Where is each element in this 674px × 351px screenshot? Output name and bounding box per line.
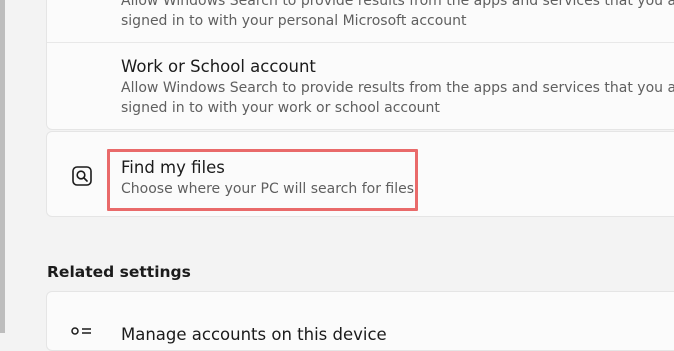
work-account-desc-line1: Allow Windows Search to provide results … [121, 80, 674, 96]
microsoft-account-item[interactable]: Allow Windows Search to provide results … [121, 0, 674, 31]
work-account-title: Work or School account [121, 57, 316, 76]
divider [47, 42, 674, 43]
work-account-item[interactable]: Work or School account Allow Windows Sea… [121, 56, 674, 118]
manage-accounts-label: Manage accounts on this device [121, 325, 387, 344]
accounts-icon [71, 327, 91, 335]
account-search-card: Allow Windows Search to provide results … [46, 0, 674, 130]
manage-accounts-card[interactable]: Manage accounts on this device [46, 291, 674, 351]
work-account-desc-line2: signed in to with your work or school ac… [121, 100, 440, 116]
microsoft-account-desc-line1: Allow Windows Search to provide results … [121, 0, 674, 9]
highlight-box [107, 149, 418, 211]
window-left-edge [0, 0, 5, 333]
related-settings-heading: Related settings [47, 263, 191, 281]
search-folder-icon [72, 166, 92, 186]
microsoft-account-desc-line2: signed in to with your personal Microsof… [121, 13, 467, 29]
